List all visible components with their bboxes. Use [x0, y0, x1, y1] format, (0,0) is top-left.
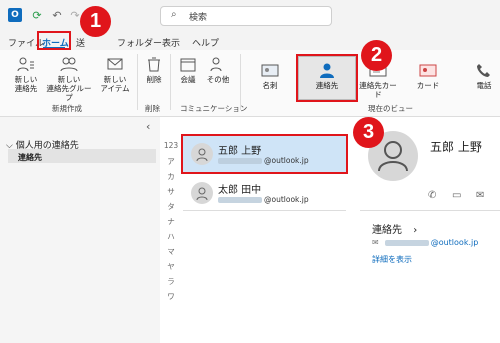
people-add-icon — [60, 57, 78, 72]
phone-icon — [477, 64, 490, 77]
undo-icon[interactable]: ↶ — [50, 8, 64, 22]
group-label-new: 新規作成 — [52, 104, 82, 113]
detail-divider — [360, 210, 500, 211]
other-button[interactable]: その他 — [204, 56, 232, 84]
chevron-right-icon: › — [413, 225, 418, 236]
email-icon[interactable]: ✉ — [476, 190, 484, 201]
person-icon — [196, 187, 208, 200]
index-letter[interactable]: ア — [163, 156, 179, 167]
menu-view[interactable]: 表示 — [162, 36, 180, 49]
menu-folder[interactable]: フォルダー — [117, 36, 162, 49]
callout-badge-3: 3 — [353, 117, 384, 148]
business-card-icon — [261, 64, 279, 77]
ribbon-separator — [240, 54, 241, 110]
redacted-text — [218, 197, 262, 203]
meeting-button[interactable]: 会議 — [176, 56, 200, 84]
call-icon[interactable]: ✆ — [428, 190, 436, 201]
new-contact-group-button[interactable]: 新しい 連絡先グループ — [44, 56, 94, 102]
view-business-card[interactable]: 名刺 — [254, 62, 286, 90]
group-label-delete: 削除 — [145, 104, 160, 113]
callout-badge-1: 1 — [80, 6, 111, 37]
group-label-communication: コミュニケーション — [180, 104, 248, 113]
view-card[interactable]: カード — [414, 62, 442, 90]
menu-help[interactable]: ヘルプ — [192, 36, 219, 49]
contact-name: 太郎 田中 — [218, 185, 262, 196]
index-letter[interactable]: ハ — [163, 231, 179, 242]
callout-badge-2: 2 — [361, 40, 392, 71]
index-letter[interactable]: ヤ — [163, 261, 179, 272]
redacted-text — [384, 239, 429, 246]
view-phone[interactable]: 電話 — [470, 62, 498, 90]
show-details-link[interactable]: 詳細を表示 — [372, 254, 412, 265]
index-letter[interactable]: ワ — [163, 291, 179, 302]
callout-box-3 — [181, 134, 348, 174]
index-letter[interactable]: カ — [163, 171, 179, 182]
new-contact-button[interactable]: 新しい 連絡先 — [10, 56, 42, 93]
people-icon — [210, 57, 222, 72]
search-placeholder: 検索 — [189, 13, 208, 23]
contact-email: @outlook.jp — [218, 195, 309, 204]
index-letter[interactable]: タ — [163, 201, 179, 212]
index-letter[interactable]: マ — [163, 246, 179, 257]
collapse-pane-icon[interactable]: ‹ — [146, 120, 150, 133]
list-divider — [183, 210, 346, 211]
index-letter[interactable]: 123 — [163, 141, 179, 150]
new-item-button[interactable]: 新しい アイテム — [98, 56, 132, 93]
search-icon: ⌕ — [171, 9, 177, 20]
index-letter[interactable]: ラ — [163, 276, 179, 287]
mail-icon: ✉ — [372, 238, 379, 247]
ribbon-separator — [137, 54, 138, 110]
callout-box-2 — [296, 54, 358, 102]
callout-box-1 — [37, 31, 71, 50]
trash-icon — [148, 57, 160, 72]
contact-detail-name: 五郎 上野 — [430, 140, 482, 154]
menu-send[interactable]: 送 — [76, 36, 85, 49]
folder-contacts[interactable]: 連絡先 — [18, 152, 42, 163]
delete-button[interactable]: 削除 — [142, 56, 166, 84]
card-icon — [419, 64, 437, 77]
index-letter[interactable]: サ — [163, 186, 179, 197]
mail-icon — [107, 58, 123, 70]
detail-email[interactable]: ✉ @outlook.jp — [372, 238, 478, 247]
menu-bar — [0, 32, 500, 50]
group-label-current-view: 現在のビュー — [368, 104, 413, 113]
person-add-icon — [17, 57, 34, 72]
search-box[interactable]: ⌕ 検索 — [160, 6, 332, 26]
contact-section-header[interactable]: 連絡先 › — [372, 221, 417, 236]
avatar — [191, 182, 213, 204]
sync-icon[interactable]: ⟳ — [30, 8, 44, 22]
calendar-icon — [180, 58, 196, 72]
outlook-icon[interactable]: O — [8, 8, 22, 22]
chat-icon[interactable]: ▭ — [452, 190, 461, 201]
ribbon-separator — [170, 54, 171, 110]
index-letter[interactable]: ナ — [163, 216, 179, 227]
